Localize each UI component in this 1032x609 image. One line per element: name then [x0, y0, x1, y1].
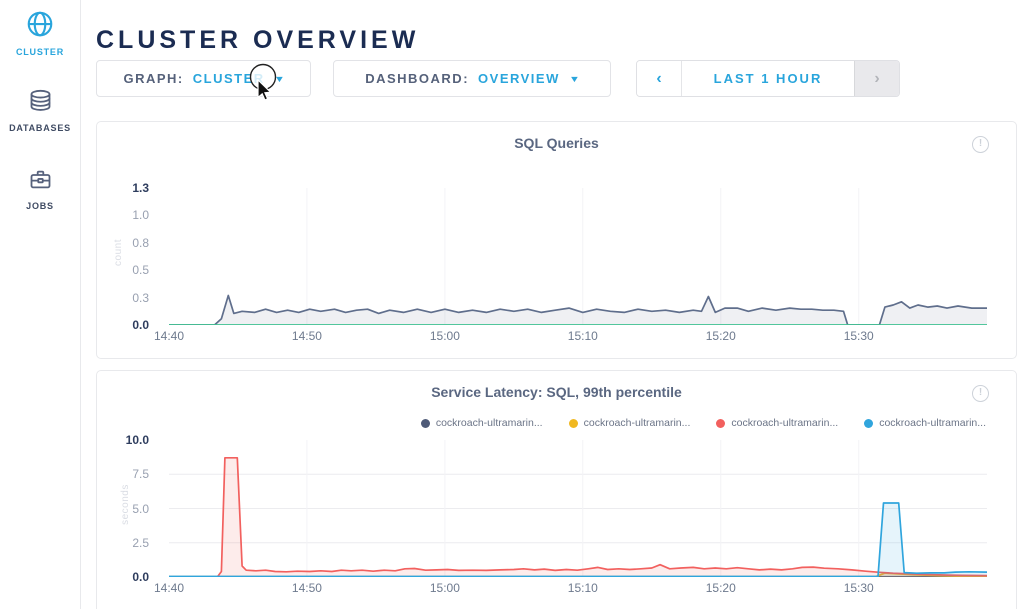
sidebar-item-label: JOBS: [0, 201, 80, 211]
legend-dot-icon: [569, 419, 578, 428]
chart-title: Service Latency: SQL, 99th percentile: [97, 384, 1016, 400]
sidebar-item-label: CLUSTER: [0, 47, 80, 57]
x-tick-label: 15:20: [706, 329, 736, 343]
node-blue-latency-line: [169, 503, 987, 577]
dashboard-dropdown[interactable]: DASHBOARD: OVERVIEW ▼: [333, 60, 611, 97]
y-tick-label: 2.5: [132, 536, 149, 550]
legend-item[interactable]: cockroach-ultramarin...: [864, 417, 986, 429]
y-tick-label: 1.3: [132, 181, 149, 195]
chart-plot[interactable]: [169, 440, 987, 577]
y-tick-label: 7.5: [132, 467, 149, 481]
briefcase-icon: [27, 180, 54, 197]
x-tick-label: 14:40: [154, 581, 184, 595]
sidebar: CLUSTER DATABASES: [0, 0, 81, 609]
graph-dropdown-label: GRAPH:: [123, 71, 183, 86]
graph-dropdown[interactable]: GRAPH: CLUSTER ▼: [96, 60, 311, 97]
chart-plot[interactable]: [169, 188, 987, 325]
x-tick-label: 15:00: [430, 329, 460, 343]
y-tick-label: 0.8: [132, 236, 149, 250]
legend-label: cockroach-ultramarin...: [731, 417, 838, 429]
legend-item[interactable]: cockroach-ultramarin...: [421, 417, 543, 429]
x-axis-ticks: 14:4014:5015:0015:1015:2015:30: [169, 329, 987, 347]
y-tick-label: 0.0: [132, 318, 149, 332]
legend-label: cockroach-ultramarin...: [879, 417, 986, 429]
service-latency-chart-card: Service Latency: SQL, 99th percentile ! …: [96, 370, 1017, 609]
y-tick-label: 1.0: [132, 208, 149, 222]
y-tick-label: 10.0: [126, 433, 149, 447]
time-prev-button[interactable]: ‹: [637, 61, 681, 96]
chevron-down-icon: ▼: [569, 74, 580, 84]
legend-dot-icon: [864, 419, 873, 428]
time-range-button[interactable]: LAST 1 HOUR: [681, 61, 855, 96]
legend-label: cockroach-ultramarin...: [584, 417, 691, 429]
page-title: CLUSTER OVERVIEW: [96, 26, 419, 55]
x-tick-label: 15:30: [844, 329, 874, 343]
y-tick-label: 5.0: [132, 502, 149, 516]
legend-dot-icon: [716, 419, 725, 428]
sql-queries-chart-card: SQL Queries ! count 1.31.00.80.50.30.0 1…: [96, 121, 1017, 359]
node-red-latency-area: [169, 458, 987, 577]
sidebar-item-cluster[interactable]: CLUSTER: [0, 9, 80, 57]
databases-icon: [27, 102, 54, 119]
x-tick-label: 15:10: [568, 329, 598, 343]
node-blue-latency-area: [169, 503, 987, 577]
x-tick-label: 14:50: [292, 581, 322, 595]
legend-label: cockroach-ultramarin...: [436, 417, 543, 429]
dashboard-dropdown-value: OVERVIEW: [478, 71, 560, 86]
y-tick-label: 0.0: [132, 570, 149, 584]
time-next-button[interactable]: ›: [855, 61, 899, 96]
dashboard-dropdown-label: DASHBOARD:: [365, 71, 469, 86]
sidebar-item-label: DATABASES: [0, 123, 80, 133]
legend-dot-icon: [421, 419, 430, 428]
graph-dropdown-value: CLUSTER: [193, 71, 265, 86]
x-tick-label: 15:00: [430, 581, 460, 595]
cluster-overview-page: CLUSTER DATABASES: [0, 0, 1032, 609]
info-icon[interactable]: !: [972, 385, 989, 402]
chart-title: SQL Queries: [97, 135, 1016, 151]
x-tick-label: 15:20: [706, 581, 736, 595]
info-icon[interactable]: !: [972, 136, 989, 153]
node-red-latency-line: [169, 458, 987, 577]
y-tick-label: 0.3: [132, 291, 149, 305]
x-axis-ticks: 14:4014:5015:0015:1015:2015:30: [169, 581, 987, 599]
x-tick-label: 14:50: [292, 329, 322, 343]
x-tick-label: 14:40: [154, 329, 184, 343]
chart-legend: cockroach-ultramarin... cockroach-ultrama…: [421, 417, 986, 429]
legend-item[interactable]: cockroach-ultramarin...: [716, 417, 838, 429]
x-tick-label: 15:10: [568, 581, 598, 595]
y-axis-ticks: 10.07.55.02.50.0: [97, 440, 159, 577]
chevron-down-icon: ▼: [274, 74, 285, 84]
globe-icon: [25, 26, 55, 43]
y-tick-label: 0.5: [132, 263, 149, 277]
legend-item[interactable]: cockroach-ultramarin...: [569, 417, 691, 429]
sidebar-item-jobs[interactable]: JOBS: [0, 166, 80, 211]
sidebar-item-databases[interactable]: DATABASES: [0, 88, 80, 133]
time-window-selector: ‹ LAST 1 HOUR ›: [636, 60, 900, 97]
x-tick-label: 15:30: [844, 581, 874, 595]
y-axis-ticks: 1.31.00.80.50.30.0: [97, 188, 159, 325]
